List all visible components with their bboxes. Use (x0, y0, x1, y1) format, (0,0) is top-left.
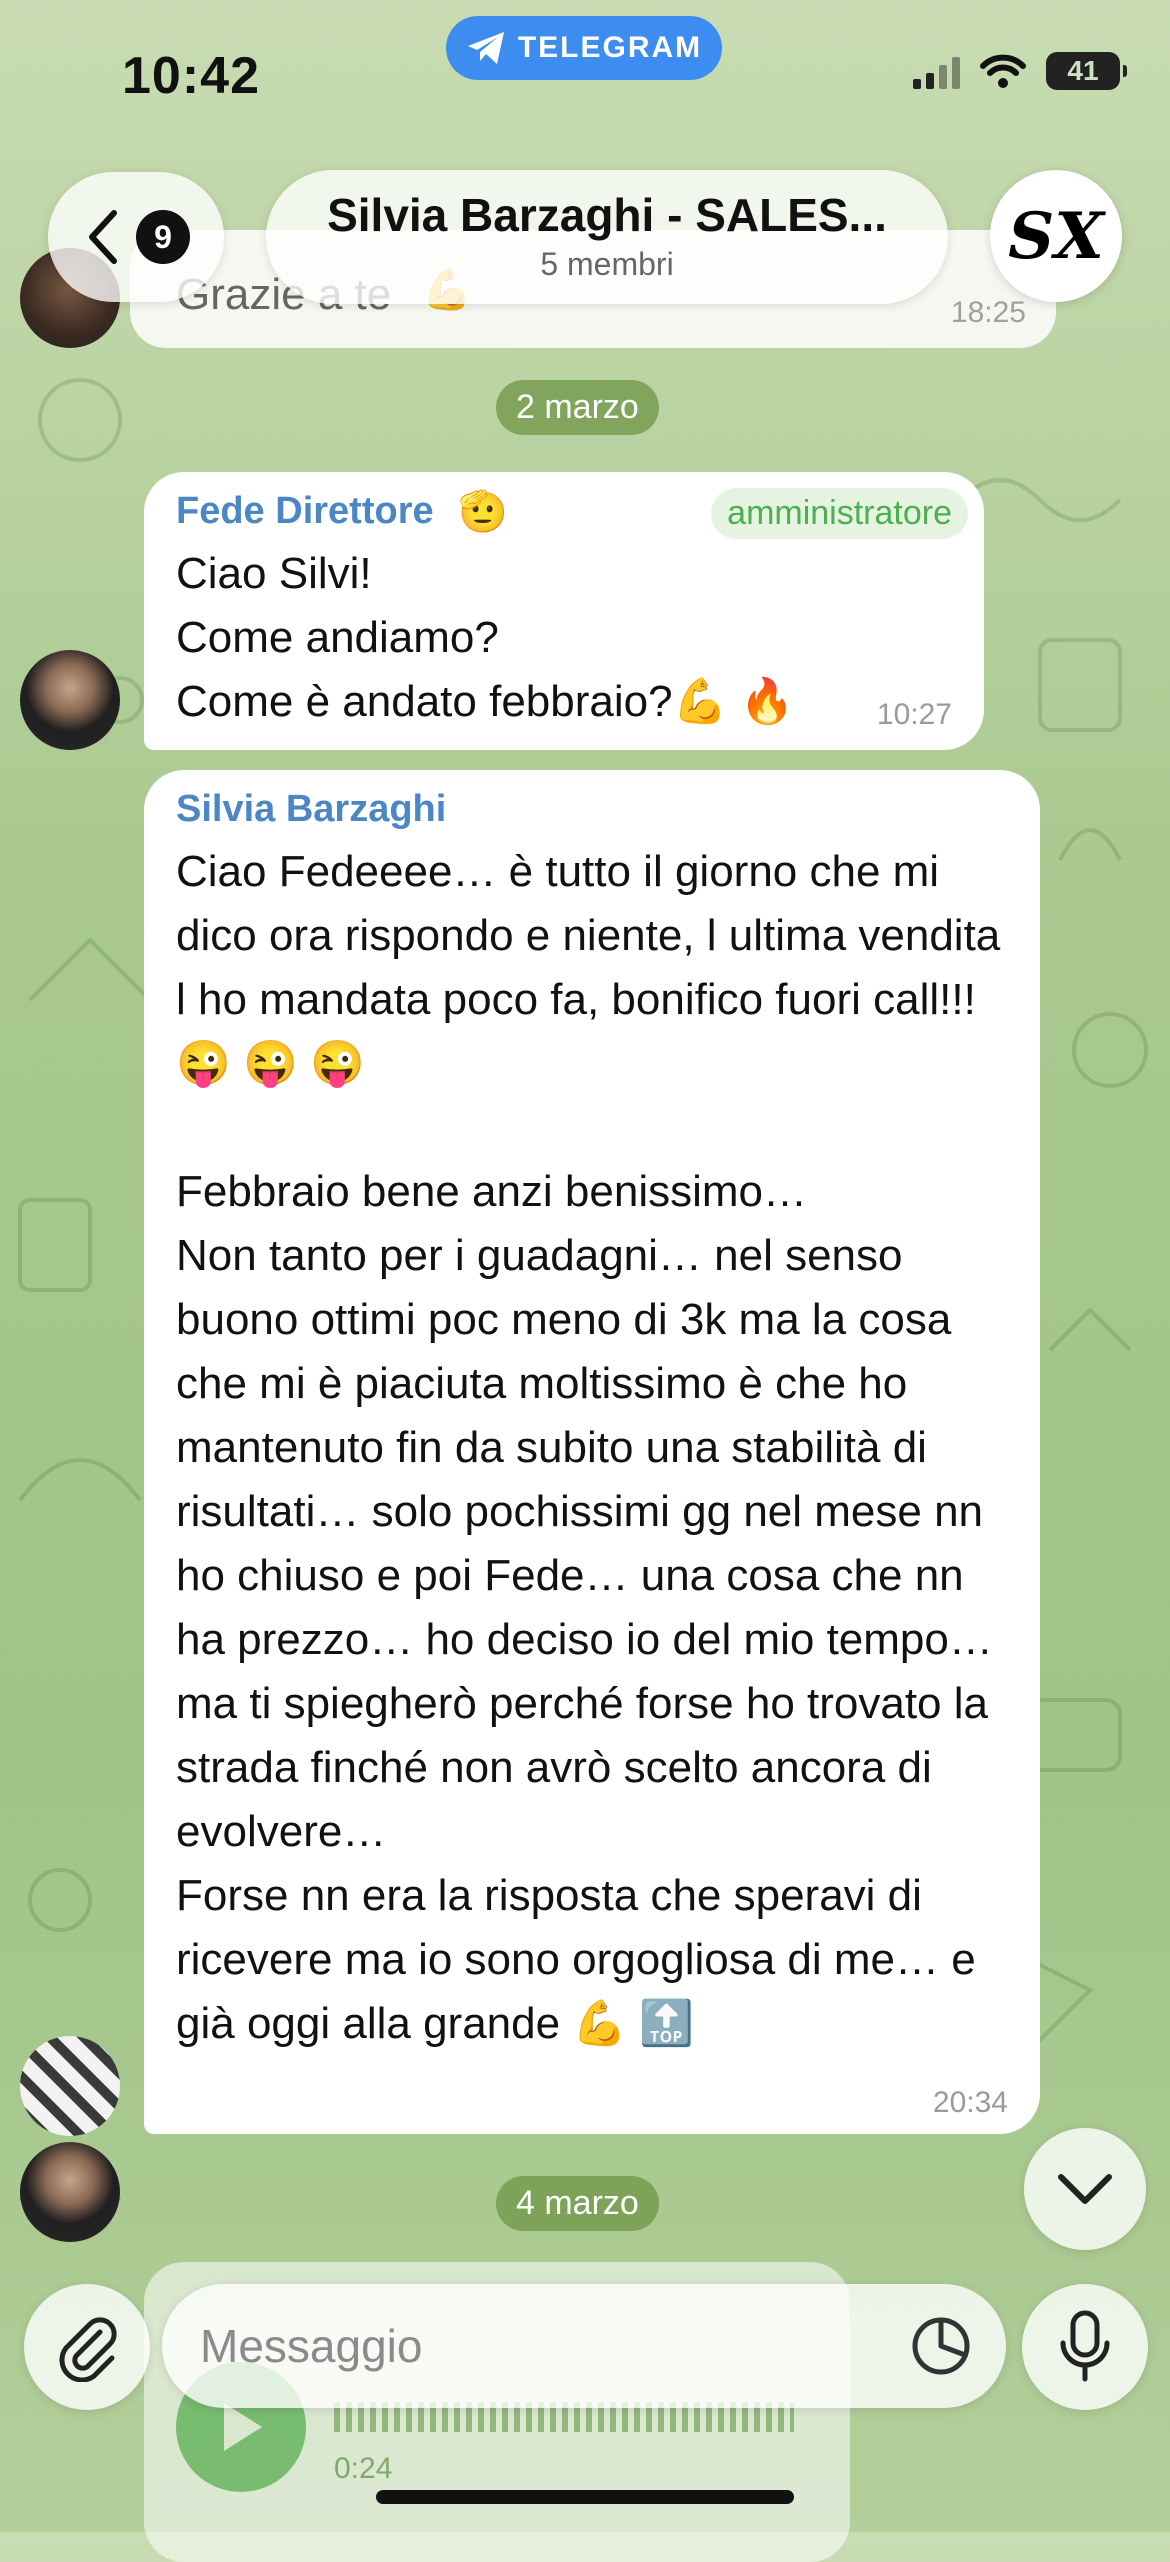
home-indicator[interactable] (376, 2490, 794, 2504)
message-bubble-fede[interactable]: Fede Direttore 🫡 amministratore Ciao Sil… (144, 472, 984, 750)
message-text: Ciao Silvi! Come andiamo? Come è andato … (176, 549, 795, 726)
telegram-pill[interactable]: TELEGRAM (446, 16, 722, 80)
message-sender[interactable]: Silvia Barzaghi (176, 788, 446, 831)
mic-button[interactable] (1022, 2284, 1148, 2410)
sticker-icon[interactable] (910, 2315, 972, 2377)
message-bubble-silvia[interactable]: Silvia Barzaghi Ciao Fedeeee… è tutto il… (144, 770, 1040, 2134)
avatar-silvia[interactable] (20, 2036, 120, 2136)
paperclip-icon (59, 2317, 117, 2382)
signal-icon (913, 53, 960, 89)
wifi-icon (980, 54, 1026, 88)
message-text: Ciao Fedeeee… è tutto il giorno che mi d… (176, 847, 1001, 2048)
attach-button[interactable] (24, 2284, 150, 2410)
unread-count-badge: 9 (136, 210, 190, 264)
microphone-icon (1060, 2310, 1110, 2382)
admin-badge: amministratore (711, 488, 968, 539)
telegram-icon (467, 32, 504, 64)
group-avatar[interactable]: SX (990, 170, 1122, 302)
date-separator: 2 marzo (496, 380, 659, 435)
chat-members-count: 5 membri (540, 246, 674, 282)
avatar-fede-2[interactable] (20, 2142, 120, 2242)
sender-emoji: 🫡 (458, 490, 508, 534)
date-separator: 4 marzo (496, 2176, 659, 2231)
scroll-down-icon (1058, 2174, 1112, 2204)
scroll-down-button[interactable] (1024, 2128, 1146, 2250)
status-time: 10:42 (122, 47, 260, 105)
message-time: 10:27 (876, 698, 952, 731)
status-icons: 41 (913, 52, 1127, 90)
telegram-pill-label: TELEGRAM (517, 31, 703, 64)
chat-title-pill[interactable]: Silvia Barzaghi - SALES... 5 membri (266, 170, 948, 304)
battery-icon: 41 (1046, 52, 1127, 90)
chat-title: Silvia Barzaghi - SALES... (327, 189, 887, 241)
previous-message-time: 18:25 (950, 296, 1026, 329)
avatar-fede[interactable] (20, 650, 120, 750)
message-sender[interactable]: Fede Direttore (176, 490, 434, 533)
back-chevron-icon (89, 210, 117, 264)
back-button[interactable]: 9 (48, 172, 224, 302)
message-input-pill[interactable] (162, 2284, 1006, 2408)
message-time: 20:34 (932, 2086, 1008, 2119)
message-input[interactable] (198, 2318, 910, 2374)
voice-duration: 0:24 (334, 2452, 393, 2485)
